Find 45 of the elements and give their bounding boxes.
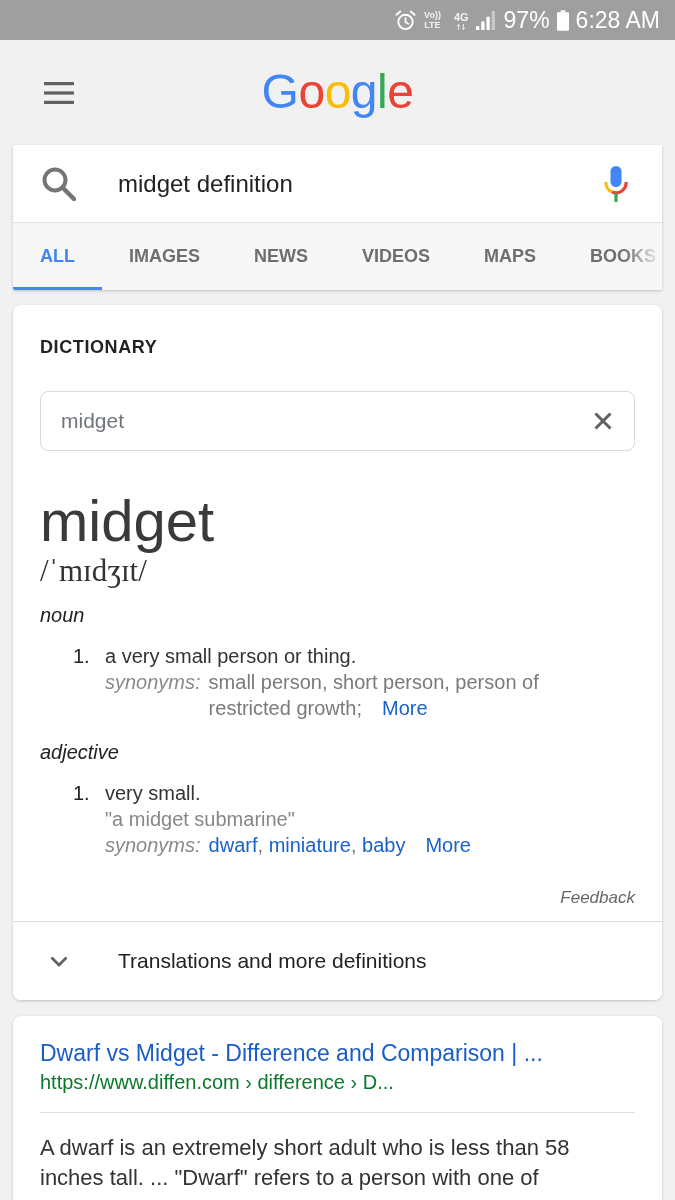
synonyms-label: synonyms: <box>105 670 201 695</box>
synonyms-list: small person, short person, person of restricted growth; More <box>208 669 579 721</box>
microphone-icon[interactable] <box>604 165 628 202</box>
result-snippet: A dwarf is an extremely short adult who is less than 58 inches tall. ... "Dwarf" refers to a person with one of <box>40 1134 571 1192</box>
result-url: https://www.diffen.com › difference › D... <box>40 1070 394 1095</box>
part-of-speech: noun <box>40 603 85 628</box>
synonym-link[interactable]: dwarf <box>208 834 258 856</box>
synonyms-list: dwarf, miniature, baby More <box>208 832 471 858</box>
definition-number: 1. <box>73 781 91 806</box>
result-title-link[interactable]: Dwarf vs Midget - Difference and Comparison | ... <box>40 1038 543 1068</box>
search-icon[interactable] <box>42 166 76 201</box>
network-type: 4G <box>453 10 469 23</box>
tab[interactable]: VIDEOS <box>335 223 458 290</box>
tab[interactable]: MAPS <box>457 223 564 290</box>
translations-expander[interactable]: Translations and more definitions <box>13 921 662 1000</box>
menu-icon[interactable] <box>44 81 74 104</box>
definition-text: a very small person or thing. <box>105 644 357 669</box>
clock-time: 6:28 AM <box>575 6 660 34</box>
dictionary-search-field[interactable]: midget <box>40 391 635 451</box>
synonym-link[interactable]: miniature <box>268 834 351 856</box>
definition-text: very small. <box>105 781 201 806</box>
pronunciation: /ˈmɪdʒɪt/ <box>40 553 147 589</box>
more-link[interactable]: More <box>425 834 471 856</box>
battery-icon <box>556 9 569 31</box>
alarm-clock-icon <box>395 9 417 31</box>
part-of-speech: adjective <box>40 740 119 765</box>
synonyms-label: synonyms: <box>105 833 201 858</box>
google-logo: Google <box>261 64 414 119</box>
battery-percent: 97% <box>503 6 550 34</box>
signal-icon <box>475 10 495 30</box>
search-field[interactable]: midget definition <box>118 168 584 199</box>
synonym-link[interactable]: baby <box>362 834 406 856</box>
headword: midget <box>40 489 215 553</box>
example-sentence: "a midget submarine" <box>105 807 295 832</box>
clear-icon[interactable] <box>594 412 612 430</box>
section-title: DICTIONARY <box>40 336 158 359</box>
tab[interactable]: ALL <box>13 223 102 290</box>
tab[interactable]: NEWS <box>227 223 335 290</box>
more-link[interactable]: More <box>382 697 428 719</box>
feedback-link[interactable]: Feedback <box>560 887 635 909</box>
tab[interactable]: BOOKS <box>563 223 662 290</box>
data-activity-icon <box>456 23 467 30</box>
definition-number: 1. <box>73 644 91 669</box>
volte-indicator: Vo)) LTE <box>424 10 441 30</box>
tab[interactable]: IMAGES <box>102 223 227 290</box>
